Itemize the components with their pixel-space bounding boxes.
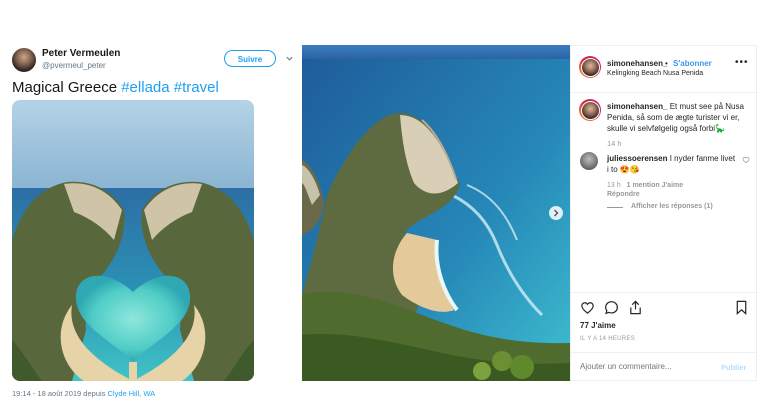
follow-button[interactable]: S'abonner (673, 59, 712, 68)
action-bar (571, 292, 756, 315)
bookmark-icon[interactable] (734, 300, 749, 315)
instagram-photo[interactable] (302, 45, 570, 381)
more-options-icon[interactable]: ••• (735, 57, 749, 68)
post-date: IL Y A 14 HEURES (580, 336, 636, 342)
tweet-card: Peter Vermeulen @pvermeul_peter Suivre M… (0, 0, 300, 404)
tweet-footer: 19:14 - 18 août 2019 depuis Clyde Hill, … (12, 389, 155, 398)
instagram-side-panel: simonehansen_ • S'abonner Kelingking Bea… (570, 45, 757, 381)
tweet-text: Magical Greece #ellada #travel (12, 79, 219, 96)
post-comment-button[interactable]: Publier (721, 363, 746, 372)
likes-count[interactable]: 77 J'aime (580, 321, 616, 330)
avatar[interactable] (12, 48, 36, 72)
follow-button[interactable]: Suivre (224, 50, 276, 67)
author-handle[interactable]: @pvermeul_peter (42, 61, 106, 70)
avatar[interactable] (579, 99, 601, 121)
location-link[interactable]: Kelingking Beach Nusa Penida (607, 70, 703, 77)
avatar[interactable] (579, 56, 601, 78)
chevron-down-icon[interactable] (285, 54, 294, 63)
comment-input[interactable] (580, 362, 710, 371)
comment-icon[interactable] (604, 300, 619, 315)
tweet-text-plain: Magical Greece (12, 79, 122, 96)
comment-meta: 13 h 1 mention J'aime (607, 182, 683, 189)
tweet-photo[interactable] (12, 100, 254, 381)
hashtag-link[interactable]: #travel (174, 79, 219, 96)
heart-icon[interactable] (580, 300, 595, 315)
tweet-timestamp[interactable]: 19:14 - 18 août 2019 depuis (12, 389, 108, 398)
heart-icon[interactable] (742, 156, 750, 164)
comment-likes[interactable]: 1 mention J'aime (627, 182, 684, 189)
reply-button[interactable]: Répondre (607, 191, 640, 198)
share-icon[interactable] (628, 300, 643, 315)
username-link[interactable]: simonehansen_ (607, 59, 667, 68)
comment-time: 13 h (607, 182, 621, 189)
comment: juliessoerensen I nyder fanme livet i to… (607, 153, 739, 175)
chevron-right-icon[interactable] (549, 206, 563, 220)
comment-bar: Publier (571, 352, 756, 381)
post-header: simonehansen_ • S'abonner Kelingking Bea… (571, 46, 756, 93)
tweet-location[interactable]: Clyde Hill, WA (108, 389, 156, 398)
hashtag-link[interactable]: #ellada (121, 79, 169, 96)
view-replies-button[interactable]: Afficher les réponses (1) (631, 203, 713, 210)
author-name[interactable]: Peter Vermeulen (42, 48, 120, 59)
caption-username[interactable]: simonehansen_ (607, 102, 667, 111)
divider (607, 207, 623, 208)
avatar[interactable] (580, 152, 598, 170)
caption-time: 14 h (607, 139, 622, 148)
comment-username[interactable]: juliessoerensen (607, 154, 667, 163)
separator-dot: • (665, 59, 668, 68)
post-caption: simonehansen_ Et must see på Nusa Penida… (607, 101, 749, 134)
